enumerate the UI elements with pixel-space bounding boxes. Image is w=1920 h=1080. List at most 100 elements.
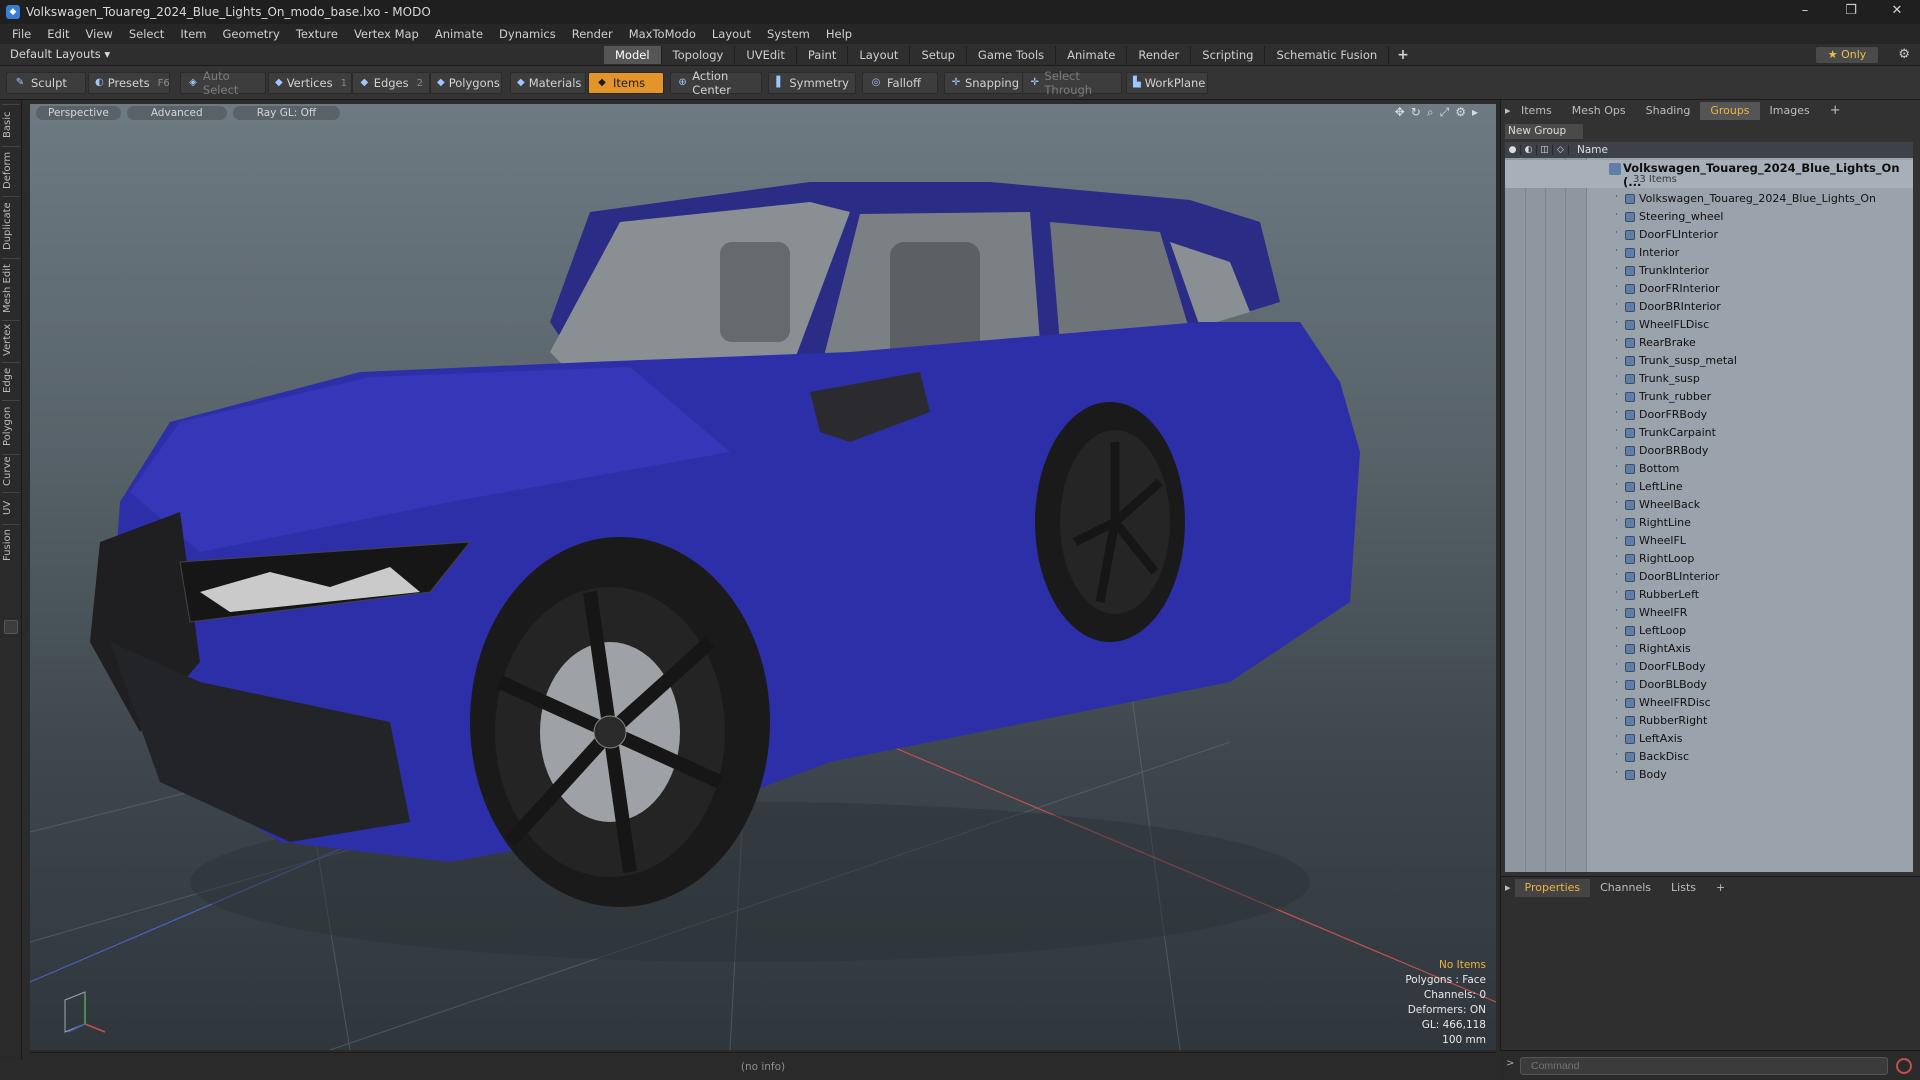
list-item[interactable]: · RightLoop [1505,550,1913,568]
restore-icon[interactable]: ❐ [1828,0,1874,24]
select-col-icon[interactable]: ◇ [1553,145,1569,155]
list-item[interactable]: · DoorFLBody [1505,658,1913,676]
list-item[interactable]: · DoorFRInterior [1505,280,1913,298]
symmetry-button[interactable]: ▌ Symmetry [768,72,856,94]
tab-duplicate[interactable]: Duplicate [2,196,20,256]
close-icon[interactable]: ✕ [1874,0,1920,24]
rotate-icon[interactable]: ↻ [1411,105,1421,120]
presets-button[interactable]: ◐ Presets F6 [88,72,170,94]
menu-system[interactable]: System [759,24,818,44]
list-item[interactable]: · LeftLine [1505,478,1913,496]
menu-file[interactable]: File [4,24,39,44]
zoom-icon[interactable]: ⌕ [1427,105,1434,120]
name-column-header[interactable]: Name [1569,144,1608,156]
menu-view[interactable]: View [78,24,121,44]
action-center-button[interactable]: ⊕ Action Center [670,69,762,97]
tab-topology[interactable]: Topology [662,46,736,64]
list-item[interactable]: · Body [1505,766,1913,784]
add-panel-tab-button[interactable]: + [1820,102,1851,120]
list-item[interactable]: · DoorBRInterior [1505,298,1913,316]
select-through-button[interactable]: ✛ Select Through [1022,69,1122,97]
list-item[interactable]: · WheelBack [1505,496,1913,514]
add-properties-tab-button[interactable]: + [1706,879,1735,897]
list-item[interactable]: · Bottom [1505,460,1913,478]
minimize-icon[interactable]: – [1782,0,1828,24]
tab-channels[interactable]: Channels [1590,879,1661,897]
tab-fusion[interactable]: Fusion [2,524,20,566]
list-item[interactable]: · BackDisc [1505,748,1913,766]
list-item[interactable]: · Trunk_susp [1505,370,1913,388]
list-item[interactable]: · Interior [1505,244,1913,262]
new-group-button[interactable]: New Group [1505,124,1583,139]
tab-paint[interactable]: Paint [797,46,849,64]
stop-icon[interactable] [1896,1058,1912,1074]
list-item[interactable]: · LeftAxis [1505,730,1913,748]
vertices-button[interactable]: ◆ Vertices 1 [268,72,352,94]
only-toggle-button[interactable]: ★ Only [1816,47,1878,63]
menu-vertex-map[interactable]: Vertex Map [346,24,427,44]
tab-deform[interactable]: Deform [2,146,20,194]
list-item[interactable]: · RightLine [1505,514,1913,532]
menu-geometry[interactable]: Geometry [215,24,288,44]
tab-setup[interactable]: Setup [910,46,967,64]
tab-curve[interactable]: Curve [2,454,20,490]
tab-properties[interactable]: Properties [1514,879,1591,897]
tab-groups[interactable]: Groups [1700,102,1760,120]
items-button[interactable]: ◆ Items [588,72,664,94]
command-input[interactable] [1520,1057,1888,1075]
lock-col-icon[interactable]: ◫ [1537,145,1553,155]
list-item[interactable]: · DoorBRBody [1505,442,1913,460]
list-item[interactable]: · DoorBLBody [1505,676,1913,694]
menu-maxtomodo[interactable]: MaxToModo [621,24,704,44]
list-item[interactable]: · WheelFR [1505,604,1913,622]
tab-polygon[interactable]: Polygon [2,400,20,452]
list-item[interactable]: · DoorFRBody [1505,406,1913,424]
list-item[interactable]: · RubberRight [1505,712,1913,730]
tab-items[interactable]: Items [1511,102,1562,120]
list-item[interactable]: · Trunk_susp_metal [1505,352,1913,370]
materials-button[interactable]: ◆ Materials [510,72,586,94]
sculpt-button[interactable]: ✎ Sculpt [6,72,86,94]
menu-animate[interactable]: Animate [427,24,491,44]
viewport-menu-icon[interactable]: ▸ [1472,105,1478,120]
list-item[interactable]: · DoorBLInterior [1505,568,1913,586]
list-item[interactable]: · TrunkCarpaint [1505,424,1913,442]
menu-layout[interactable]: Layout [704,24,759,44]
tab-model[interactable]: Model [604,46,662,64]
tab-uvedit[interactable]: UVEdit [735,46,797,64]
list-item[interactable]: · WheelFRDisc [1505,694,1913,712]
menu-help[interactable]: Help [818,24,860,44]
perspective-button[interactable]: Perspective [36,106,121,120]
menu-dynamics[interactable]: Dynamics [491,24,564,44]
menu-render[interactable]: Render [564,24,621,44]
pan-icon[interactable]: ✥ [1395,105,1405,120]
palette-toggle-icon[interactable] [4,620,18,634]
list-item[interactable]: · DoorFLInterior [1505,226,1913,244]
list-item[interactable]: · TrunkInterior [1505,262,1913,280]
tab-schematic-fusion[interactable]: Schematic Fusion [1265,46,1390,64]
menu-texture[interactable]: Texture [288,24,346,44]
list-item[interactable]: · WheelFL [1505,532,1913,550]
tab-layout[interactable]: Layout [848,46,911,64]
list-item[interactable]: · Volkswagen_Touareg_2024_Blue_Lights_On [1505,190,1913,208]
3d-viewport[interactable]: Perspective Advanced Ray GL: Off ✥ ↻ ⌕ ⤢… [30,104,1496,1050]
tab-render[interactable]: Render [1127,46,1192,64]
viewport-gear-icon[interactable]: ⚙ [1455,105,1466,120]
raygl-button[interactable]: Ray GL: Off [232,106,341,120]
list-item[interactable]: · RubberLeft [1505,586,1913,604]
add-tab-button[interactable]: + [1389,46,1417,64]
polygons-button[interactable]: ◆ Polygons [430,72,502,94]
list-item[interactable]: · Steering_wheel [1505,208,1913,226]
list-item[interactable]: · LeftLoop [1505,622,1913,640]
menu-edit[interactable]: Edit [39,24,77,44]
falloff-button[interactable]: ◎ Falloff [862,72,938,94]
tab-mesh-ops[interactable]: Mesh Ops [1562,102,1636,120]
menu-item[interactable]: Item [172,24,214,44]
tab-scripting[interactable]: Scripting [1191,46,1266,64]
tab-uv[interactable]: UV [2,492,20,522]
list-item[interactable]: · RightAxis [1505,640,1913,658]
edges-button[interactable]: ◆ Edges 2 [352,72,430,94]
tab-mesh-edit[interactable]: Mesh Edit [2,258,20,318]
auto-select-button[interactable]: ◈ Auto Select [180,69,266,97]
tab-images[interactable]: Images [1760,102,1820,120]
